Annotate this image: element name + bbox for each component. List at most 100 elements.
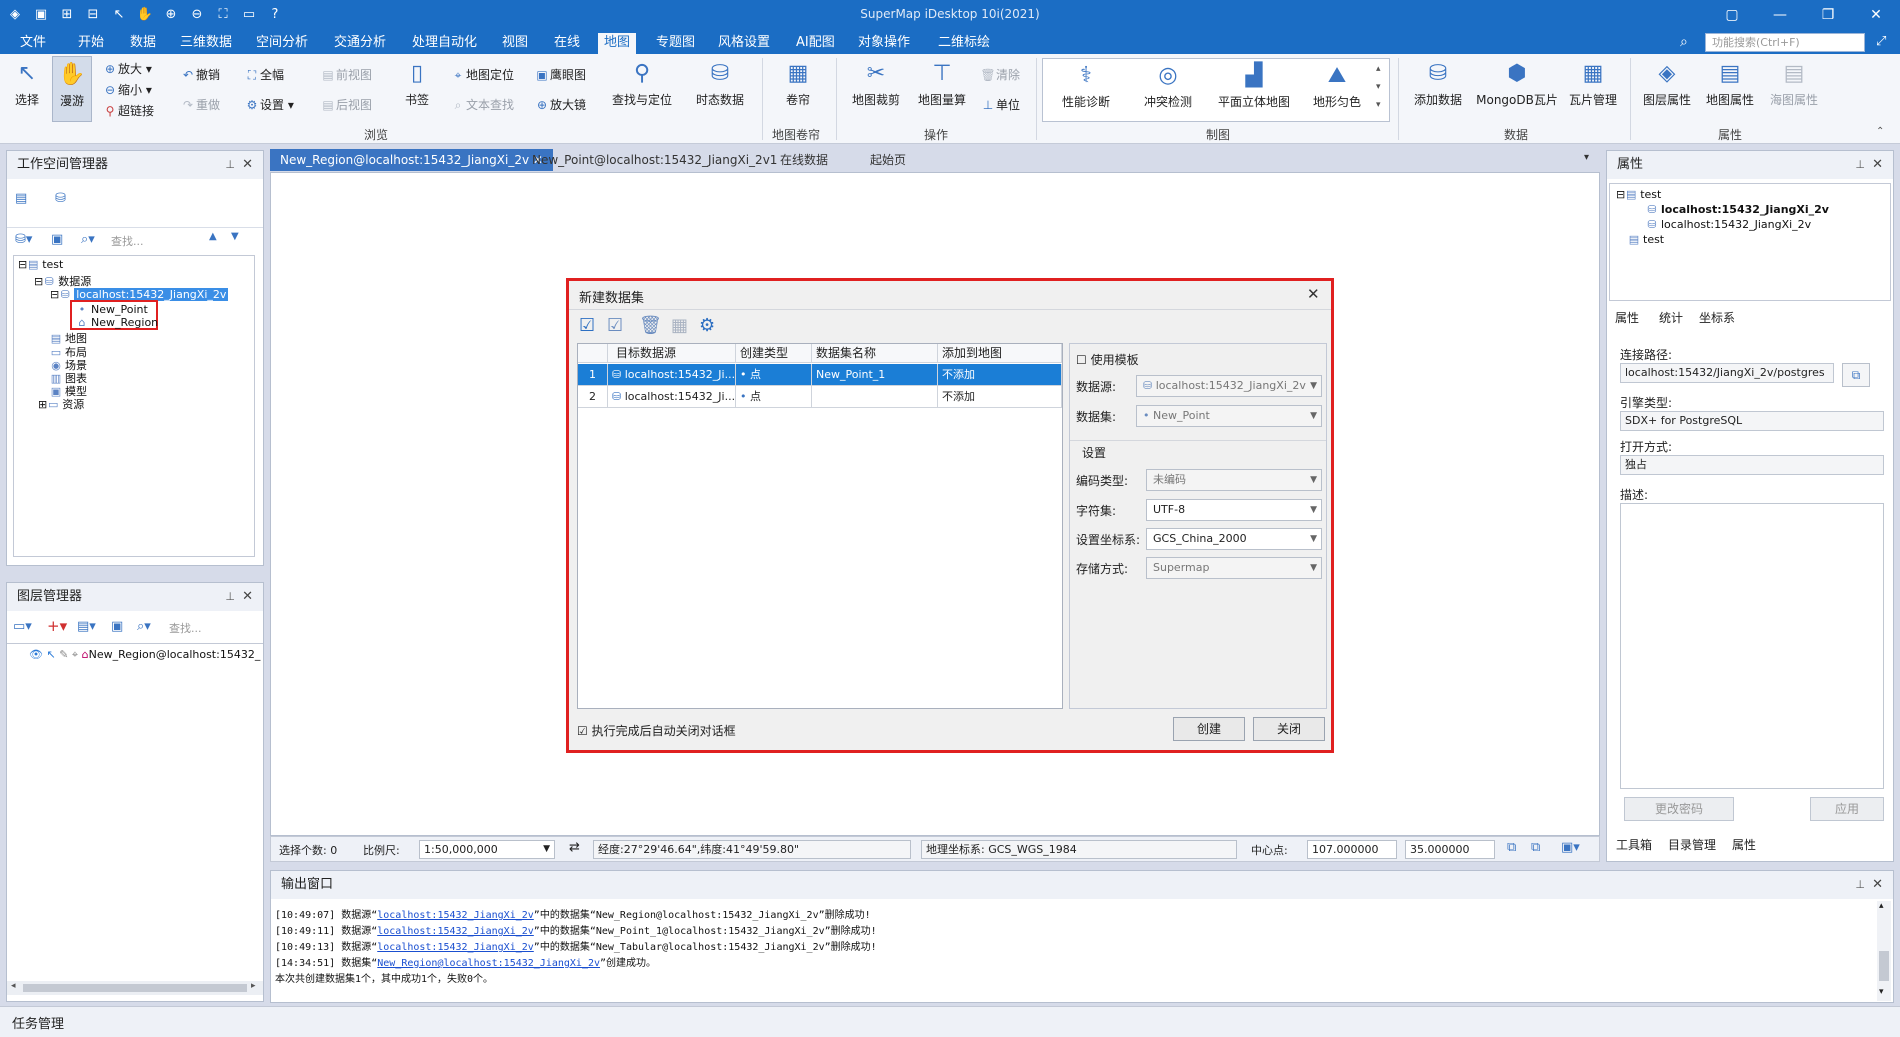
tab-properties[interactable]: 属性 — [1728, 836, 1761, 853]
map-clip-button[interactable]: ✂ 地图裁剪 — [846, 60, 906, 108]
layer-group-icon[interactable]: ▤▾ — [77, 619, 96, 634]
tree-workspace-root[interactable]: ⊟▤ test — [18, 258, 63, 271]
row-add-to-map[interactable]: 不添加 — [938, 386, 1062, 408]
menu-object-ops[interactable]: 对象操作 — [852, 33, 916, 53]
map-locate-button[interactable]: ⌖ 地图定位 — [450, 66, 514, 83]
menu-data[interactable]: 数据 — [124, 33, 162, 53]
workspace-search-input[interactable]: 查找... — [111, 233, 144, 249]
add-data-button[interactable]: ⛁ 添加数据 — [1410, 60, 1466, 108]
center-x-input[interactable]: 107.000000 — [1307, 840, 1397, 859]
log-link[interactable]: localhost:15432_JiangXi_2v — [377, 942, 534, 953]
close-icon[interactable]: ✕ — [1872, 151, 1883, 179]
task-manager-title[interactable]: 任务管理 — [12, 1013, 64, 1032]
row-target-datasource[interactable]: ⛁ localhost:15432_Ji... — [608, 386, 736, 408]
select-all-icon[interactable]: ☑ — [579, 315, 595, 336]
tree-dataset-new-region[interactable]: ⌂ New_Region — [76, 316, 159, 329]
grid-header-create-type[interactable]: 创建类型 — [736, 344, 812, 363]
menu-traffic-analysis[interactable]: 交通分析 — [328, 33, 392, 53]
unit-button[interactable]: ⊥ 单位 — [980, 96, 1020, 113]
tree-resources[interactable]: ⊞▭ 资源 — [38, 396, 84, 412]
tab-catalog[interactable]: 目录管理 — [1668, 836, 1716, 853]
gear-icon[interactable]: ⚙ — [699, 315, 715, 336]
apply-button[interactable]: 应用 — [1810, 797, 1884, 821]
menu-spatial-analysis[interactable]: 空间分析 — [250, 33, 314, 53]
performance-diagnosis-button[interactable]: ⚕ 性能诊断 — [1056, 62, 1116, 110]
crs-select[interactable]: GCS_China_2000 ▼ — [1146, 528, 1322, 550]
log-link[interactable]: localhost:15432_JiangXi_2v — [377, 910, 534, 921]
layer-properties-button[interactable]: ◈ 图层属性 — [1638, 60, 1696, 108]
copy-icon[interactable]: ⧉ — [1507, 840, 1516, 855]
template-dataset-select[interactable]: • New_Point ▼ — [1136, 405, 1322, 427]
prop-tree-root[interactable]: ⊟▤ test — [1616, 188, 1661, 201]
row-target-datasource[interactable]: ⛁ localhost:15432_Ji... — [608, 364, 736, 386]
gallery-scroll-icon[interactable]: ▴ ▾ ▾ — [1376, 60, 1381, 114]
workspace-view-icon[interactable]: ▤ — [15, 191, 27, 206]
full-extent-button[interactable]: ⛶ 全幅 — [244, 66, 284, 83]
log-link[interactable]: localhost:15432_JiangXi_2v — [377, 926, 534, 937]
tab-new-region[interactable]: New_Region@localhost:15432_JiangXi_2v ✕ — [270, 149, 553, 171]
menu-online[interactable]: 在线 — [548, 33, 586, 53]
layer-props-icon[interactable]: ▣ — [111, 619, 123, 634]
undo-button[interactable]: ↶ 撤销 — [180, 66, 220, 83]
horizontal-scrollbar[interactable]: ◂ ▸ — [7, 981, 263, 995]
pin-icon[interactable]: ⊥ — [225, 151, 235, 179]
menu-view[interactable]: 视图 — [496, 33, 534, 53]
invert-select-icon[interactable]: ☑ — [607, 315, 623, 336]
menu-file[interactable]: 文件 — [14, 33, 52, 53]
pin-icon[interactable]: ⊥ — [1855, 151, 1865, 179]
chart-properties-button[interactable]: ▤ 海图属性 — [1764, 60, 1824, 108]
clear-button[interactable]: 🗑清除 — [980, 66, 1020, 83]
pin-icon[interactable]: ⊥ — [1855, 871, 1865, 899]
grid-header-target-datasource[interactable]: 目标数据源 — [608, 344, 736, 363]
create-button[interactable]: 创建 — [1173, 717, 1245, 741]
tile-manage-button[interactable]: ▦ 瓦片管理 — [1562, 60, 1624, 108]
flat-3d-map-button[interactable]: ▟ 平面立体地图 — [1212, 62, 1296, 110]
search-icon[interactable]: ⌕▾ — [81, 232, 95, 247]
bookmark-button[interactable]: ▯ 书签 — [400, 60, 434, 108]
menu-ai-mapping[interactable]: AI配图 — [790, 33, 841, 53]
row-create-type[interactable]: • 点 — [736, 386, 812, 408]
dialog-close-icon[interactable]: ✕ — [1307, 285, 1320, 303]
row-create-type[interactable]: • 点 — [736, 364, 812, 386]
scale-select[interactable]: 1:50,000,000 ▼ — [419, 840, 555, 859]
layer-search-input[interactable]: 查找... — [169, 620, 202, 636]
prop-tree-root-2[interactable]: ▤ test — [1628, 233, 1664, 246]
tab-online-data[interactable]: 在线数据 — [770, 149, 838, 171]
grid-header-dataset-name[interactable]: 数据集名称 — [812, 344, 938, 363]
scrollbar-thumb[interactable] — [23, 984, 247, 992]
tree-datasources[interactable]: ⊟⛁ 数据源 — [34, 273, 91, 289]
close-window-button[interactable]: ✕ — [1856, 4, 1896, 26]
temporal-data-button[interactable]: ⛁ 时态数据 — [690, 60, 750, 108]
pan-button[interactable]: ✋ 漫游 — [52, 56, 92, 122]
menu-3d-data[interactable]: 三维数据 — [174, 33, 238, 53]
select-button[interactable]: ↖ 选择 — [10, 60, 44, 108]
close-icon[interactable]: ✕ — [1872, 871, 1883, 899]
tab-list-icon[interactable]: ▾ — [1584, 152, 1589, 163]
search-icon[interactable]: ⌕▾ — [137, 619, 151, 634]
row-dataset-name[interactable]: New_Point_1 — [812, 364, 938, 386]
terrain-color-button[interactable]: ⛰ 地形匀色 — [1306, 62, 1368, 110]
close-button[interactable]: 关闭 — [1253, 717, 1325, 741]
map-measure-button[interactable]: ⊤ 地图量算 — [912, 60, 972, 108]
snap-icon[interactable]: ⌖ — [72, 648, 78, 661]
restore-layout-icon[interactable]: ▢ — [1712, 4, 1752, 26]
visible-eye-icon[interactable]: 👁 — [29, 648, 43, 661]
conflict-detect-button[interactable]: ◎ 冲突检测 — [1138, 62, 1198, 110]
tab-start-page[interactable]: 起始页 — [860, 149, 916, 171]
arrow-down-icon[interactable]: ▼ — [231, 231, 239, 242]
description-textarea[interactable] — [1620, 503, 1884, 789]
menu-thematic[interactable]: 专题图 — [650, 33, 701, 53]
row-dataset-name[interactable] — [812, 386, 938, 408]
batch-edit-icon[interactable]: ▦ — [671, 315, 688, 336]
tab-attributes[interactable]: 属性 — [1615, 309, 1639, 326]
tab-coordinate-system[interactable]: 坐标系 — [1699, 309, 1735, 326]
collapse-ribbon-icon[interactable]: ⌃ — [1876, 126, 1884, 137]
encoding-select[interactable]: 未编码 ▼ — [1146, 469, 1322, 491]
zoom-in-button[interactable]: ⊕ 放大 ▾ — [102, 60, 152, 77]
change-password-button[interactable]: 更改密码 — [1624, 797, 1734, 821]
paste-icon[interactable]: ⧉ — [1531, 840, 1540, 855]
tab-toolbox[interactable]: 工具箱 — [1616, 836, 1652, 853]
open-workspace-icon[interactable]: ⛁▾ — [15, 232, 32, 247]
hyperlink-button[interactable]: ⚲ 超链接 — [102, 102, 154, 119]
menu-map[interactable]: 地图 — [598, 33, 637, 54]
